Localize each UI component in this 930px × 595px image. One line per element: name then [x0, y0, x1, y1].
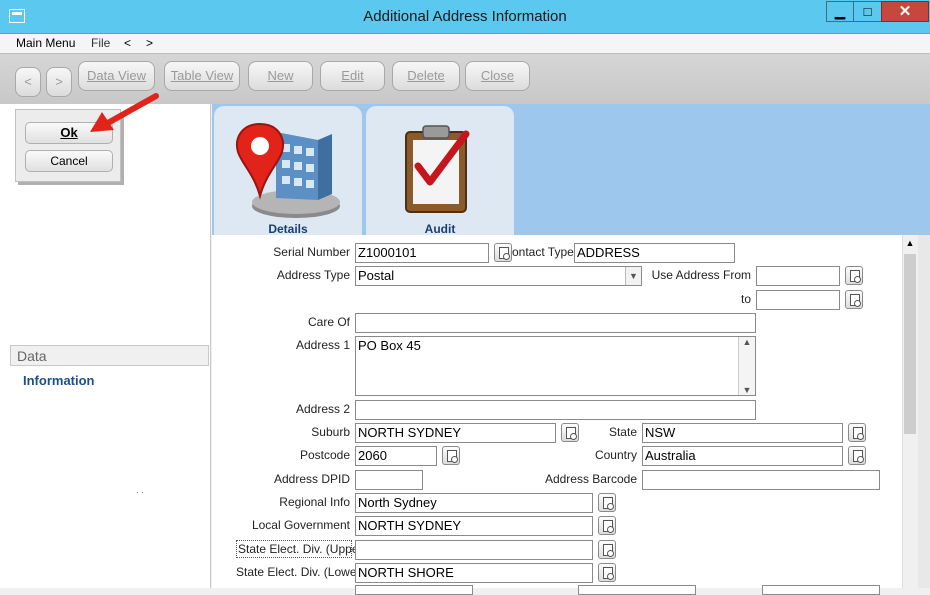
- address-1-value: PO Box 45: [358, 338, 421, 353]
- local-government-lookup-icon[interactable]: [598, 516, 616, 535]
- tab-audit-label: Audit: [424, 222, 456, 236]
- right-edge-strip: [918, 235, 930, 588]
- new-button[interactable]: New: [248, 61, 313, 91]
- data-section-header: Data: [10, 345, 209, 366]
- menu-forward-arrow[interactable]: >: [146, 36, 153, 50]
- address-dpid-label: Address DPID: [273, 472, 350, 486]
- local-government-field[interactable]: NORTH SYDNEY: [355, 516, 593, 536]
- close-window-button[interactable]: ✕: [881, 1, 929, 22]
- textarea-down-arrow-icon[interactable]: ▼: [739, 385, 755, 395]
- regional-info-field[interactable]: North Sydney: [355, 493, 593, 513]
- local-government-label: Local Government: [251, 518, 350, 532]
- data-view-button[interactable]: Data View: [78, 61, 155, 91]
- country-label: Country: [594, 448, 637, 462]
- menu-bar: [0, 34, 930, 53]
- state-elect-upper-field[interactable]: [355, 540, 593, 560]
- tab-details-label: Details: [268, 222, 308, 236]
- state-field[interactable]: NSW: [642, 423, 843, 443]
- suburb-field[interactable]: NORTH SYDNEY: [355, 423, 556, 443]
- tab-audit[interactable]: Audit: [366, 106, 514, 236]
- clipboard-check-icon: [405, 125, 470, 213]
- address-1-label: Address 1: [295, 338, 350, 352]
- address-barcode-label: Address Barcode: [544, 472, 637, 486]
- address-barcode-field[interactable]: [642, 470, 880, 490]
- date-from-picker-icon[interactable]: [845, 266, 863, 285]
- close-button[interactable]: Close: [465, 61, 530, 91]
- regional-info-lookup-icon[interactable]: [598, 493, 616, 512]
- maximize-button[interactable]: □: [853, 1, 882, 22]
- address-2-field[interactable]: [355, 400, 756, 420]
- address-dpid-field[interactable]: [355, 470, 423, 490]
- state-elect-lower-lookup-icon[interactable]: [598, 563, 616, 582]
- postcode-field[interactable]: 2060: [355, 446, 437, 466]
- state-lookup-icon[interactable]: [848, 423, 866, 442]
- table-view-button[interactable]: Table View: [164, 61, 240, 91]
- serial-number-lookup-icon[interactable]: [494, 243, 512, 262]
- file-menu[interactable]: File: [91, 36, 110, 50]
- edit-button[interactable]: Edit: [320, 61, 385, 91]
- state-elect-lower-field[interactable]: NORTH SHORE: [355, 563, 593, 583]
- address-2-label: Address 2: [295, 402, 350, 416]
- building-location-icon: [236, 122, 340, 218]
- address-1-textarea[interactable]: PO Box 45: [355, 336, 756, 396]
- care-of-field[interactable]: [355, 313, 756, 333]
- dot-mark: · ·: [136, 488, 144, 497]
- state-elect-lower-label: State Elect. Div. (Lower): [236, 565, 365, 579]
- regional-info-label: Regional Info: [279, 495, 350, 509]
- postcode-lookup-icon[interactable]: [442, 446, 460, 465]
- postcode-label: Postcode: [299, 448, 350, 462]
- delete-button[interactable]: Delete: [392, 61, 460, 91]
- contact-type-label: ontact Type: [512, 245, 574, 259]
- suburb-label: Suburb: [311, 425, 350, 439]
- address-type-select[interactable]: Postal: [355, 266, 642, 286]
- cancel-button[interactable]: Cancel: [25, 150, 113, 172]
- country-lookup-icon[interactable]: [848, 446, 866, 465]
- address-type-label: Address Type: [276, 268, 350, 282]
- window-title: Additional Address Information: [363, 8, 567, 25]
- previous-record-button[interactable]: <: [15, 67, 41, 97]
- next-row-field-1[interactable]: [355, 585, 473, 595]
- state-elect-upper-label: State Elect. Div. (Upper): [236, 540, 367, 558]
- date-to-picker-icon[interactable]: [845, 290, 863, 309]
- scroll-up-arrow-icon[interactable]: ▲: [902, 235, 918, 252]
- next-record-button[interactable]: >: [46, 67, 72, 97]
- minimize-button[interactable]: ▁: [826, 1, 854, 22]
- tab-details[interactable]: Details: [214, 106, 362, 236]
- state-label: State: [608, 425, 637, 439]
- app-icon[interactable]: [9, 9, 25, 23]
- use-address-from-field[interactable]: [756, 266, 840, 286]
- sidebar-item-information[interactable]: Information: [23, 373, 95, 388]
- care-of-label: Care Of: [307, 315, 350, 329]
- menu-back-arrow[interactable]: <: [124, 36, 131, 50]
- scrollbar-thumb[interactable]: [904, 254, 916, 434]
- next-row-field-2[interactable]: [578, 585, 696, 595]
- dropdown-arrow-icon[interactable]: ▼: [625, 267, 641, 285]
- red-arrow-annotation: [90, 93, 159, 132]
- address-1-scrollbar[interactable]: ▲ ▼: [738, 337, 755, 395]
- next-row-field-3[interactable]: [762, 585, 880, 595]
- textarea-up-arrow-icon[interactable]: ▲: [739, 337, 755, 347]
- suburb-lookup-icon[interactable]: [561, 423, 579, 442]
- state-elect-upper-lookup-icon[interactable]: [598, 540, 616, 559]
- serial-number-label: Serial Number: [273, 245, 350, 259]
- country-field[interactable]: Australia: [642, 446, 843, 466]
- address-type-value: Postal: [358, 268, 395, 283]
- use-address-from-label: Use Address From: [651, 268, 751, 282]
- to-label: to: [740, 292, 751, 306]
- contact-type-field[interactable]: ADDRESS: [574, 243, 735, 263]
- to-date-field[interactable]: [756, 290, 840, 310]
- serial-number-field[interactable]: Z1000101: [355, 243, 489, 263]
- title-bar: Additional Address Information: [0, 0, 930, 34]
- main-menu[interactable]: Main Menu: [16, 36, 75, 50]
